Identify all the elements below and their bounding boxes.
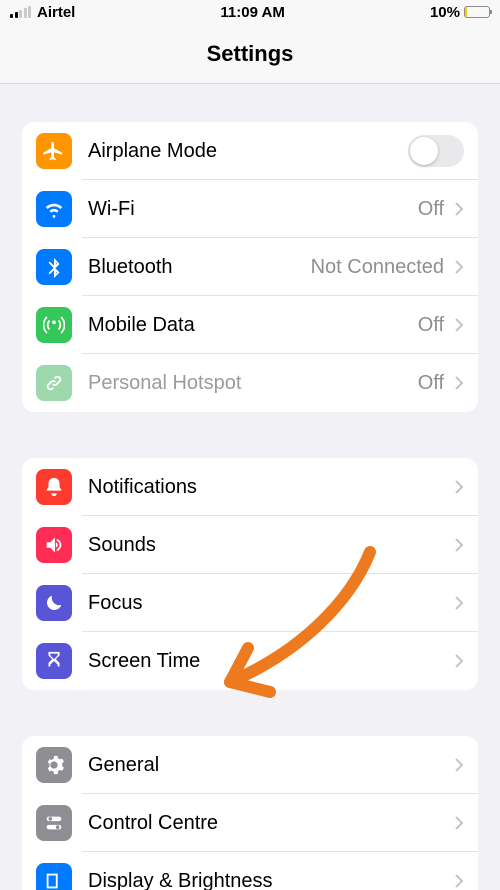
status-left: Airtel — [10, 4, 75, 21]
row-label: Display & Brightness — [88, 870, 454, 890]
speaker-icon — [36, 527, 72, 563]
row-label: Focus — [88, 592, 454, 615]
row-label: Airplane Mode — [88, 140, 408, 163]
airplane-toggle[interactable] — [408, 135, 464, 167]
settings-list[interactable]: Airplane Mode Wi-Fi Off Bluetooth Not Co… — [0, 122, 500, 890]
chevron-right-icon — [454, 595, 464, 611]
chevron-right-icon — [454, 201, 464, 217]
chevron-right-icon — [454, 479, 464, 495]
row-airplane-mode[interactable]: Airplane Mode — [22, 122, 478, 180]
cell-signal-icon — [10, 6, 31, 18]
chevron-right-icon — [454, 873, 464, 889]
status-right: 10% — [430, 4, 490, 21]
hourglass-icon — [36, 643, 72, 679]
row-value: Off — [418, 314, 444, 337]
bell-icon — [36, 469, 72, 505]
row-label: Control Centre — [88, 812, 454, 835]
row-value: Off — [418, 372, 444, 395]
row-value: Not Connected — [311, 256, 444, 279]
row-control-centre[interactable]: Control Centre — [22, 794, 478, 852]
battery-icon — [464, 6, 490, 18]
gear-icon — [36, 747, 72, 783]
row-mobile-data[interactable]: Mobile Data Off — [22, 296, 478, 354]
link-icon — [36, 365, 72, 401]
row-value: Off — [418, 198, 444, 221]
row-notifications[interactable]: Notifications — [22, 458, 478, 516]
row-label: General — [88, 754, 454, 777]
settings-group-general: General Control Centre Display & Brightn… — [22, 736, 478, 890]
row-label: Mobile Data — [88, 314, 418, 337]
row-personal-hotspot[interactable]: Personal Hotspot Off — [22, 354, 478, 412]
row-label: Personal Hotspot — [88, 372, 418, 395]
clock: 11:09 AM — [220, 4, 284, 21]
row-screen-time[interactable]: Screen Time — [22, 632, 478, 690]
airplane-icon — [36, 133, 72, 169]
row-wifi[interactable]: Wi-Fi Off — [22, 180, 478, 238]
chevron-right-icon — [454, 375, 464, 391]
row-focus[interactable]: Focus — [22, 574, 478, 632]
settings-group-connectivity: Airplane Mode Wi-Fi Off Bluetooth Not Co… — [22, 122, 478, 412]
switches-icon — [36, 805, 72, 841]
page-title: Settings — [0, 24, 500, 84]
bluetooth-icon — [36, 249, 72, 285]
battery-percent: 10% — [430, 4, 460, 21]
row-label: Bluetooth — [88, 256, 311, 279]
row-label: Sounds — [88, 534, 454, 557]
row-label: Screen Time — [88, 650, 454, 673]
chevron-right-icon — [454, 259, 464, 275]
moon-icon — [36, 585, 72, 621]
row-sounds[interactable]: Sounds — [22, 516, 478, 574]
row-label: Notifications — [88, 476, 454, 499]
settings-group-notifications: Notifications Sounds Focus Screen Time — [22, 458, 478, 690]
row-bluetooth[interactable]: Bluetooth Not Connected — [22, 238, 478, 296]
row-display-brightness[interactable]: Display & Brightness — [22, 852, 478, 890]
row-label: Wi-Fi — [88, 198, 418, 221]
wifi-icon — [36, 191, 72, 227]
chevron-right-icon — [454, 815, 464, 831]
status-bar: Airtel 11:09 AM 10% — [0, 0, 500, 24]
display-icon — [36, 863, 72, 890]
chevron-right-icon — [454, 653, 464, 669]
antenna-icon — [36, 307, 72, 343]
chevron-right-icon — [454, 537, 464, 553]
chevron-right-icon — [454, 757, 464, 773]
carrier-label: Airtel — [37, 4, 75, 21]
row-general[interactable]: General — [22, 736, 478, 794]
chevron-right-icon — [454, 317, 464, 333]
